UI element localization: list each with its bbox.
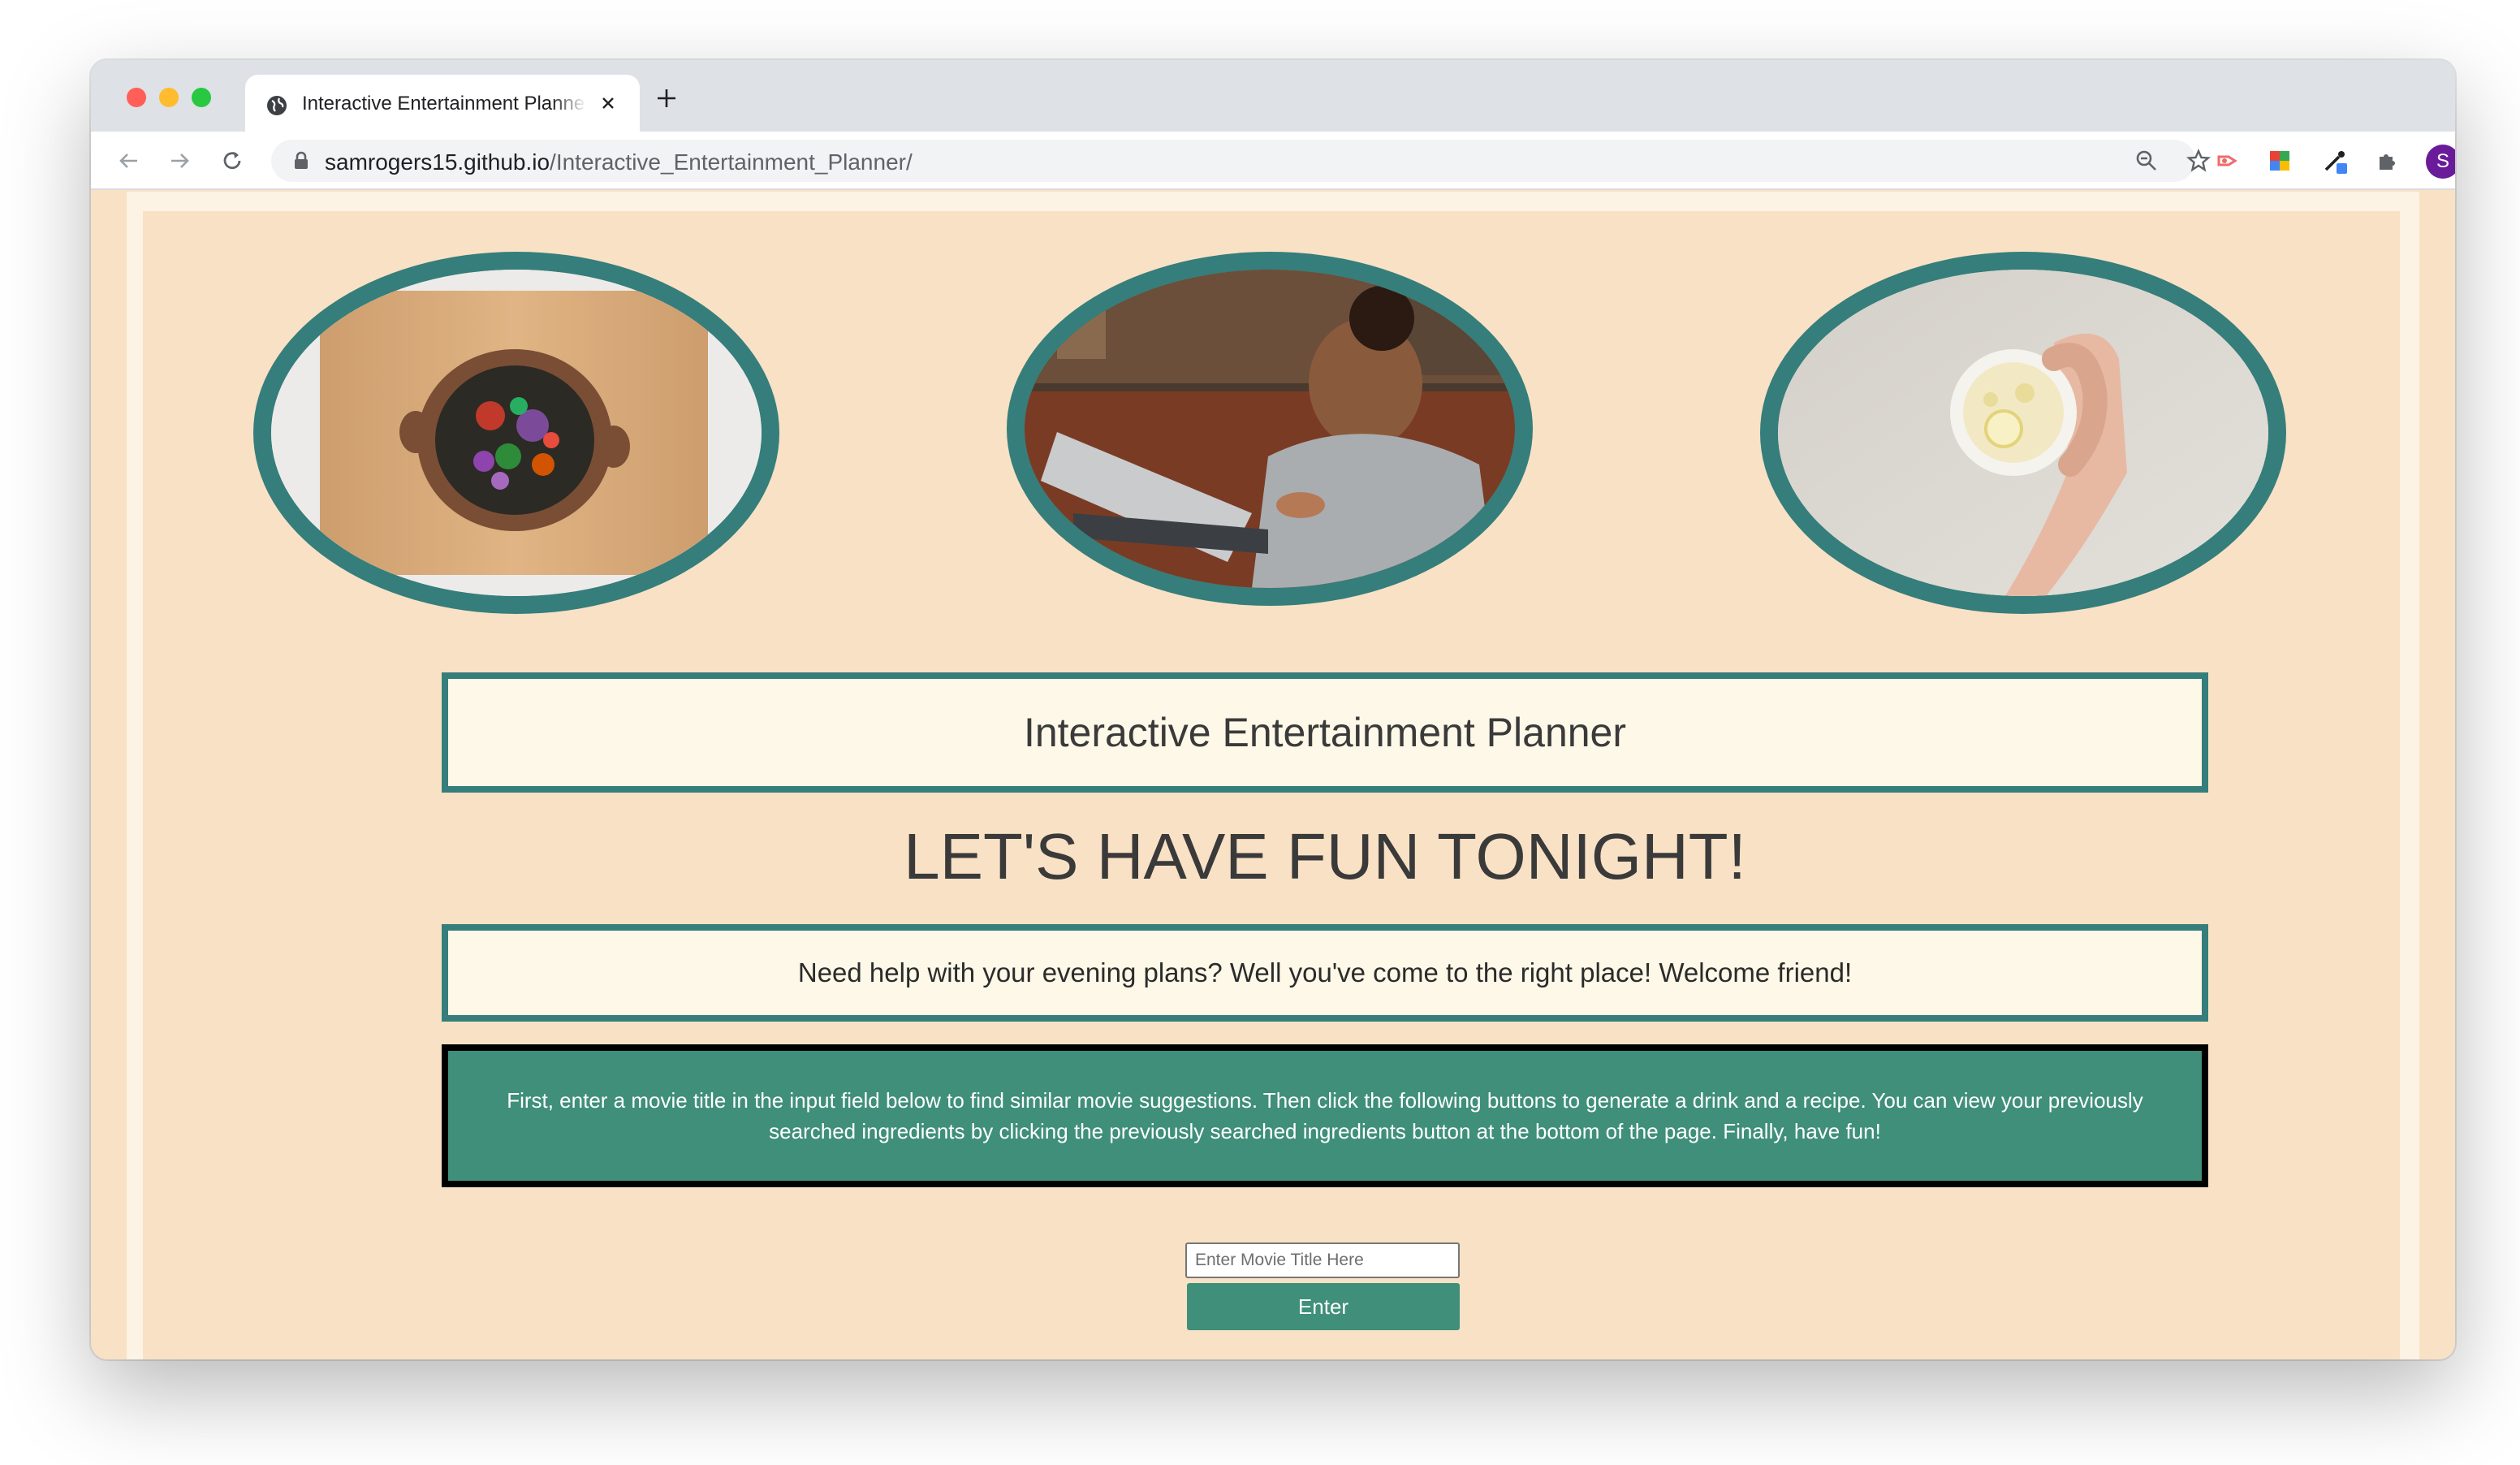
- page-title: Interactive Entertainment Planner: [442, 672, 2208, 793]
- eyedropper-icon[interactable]: [2320, 146, 2350, 175]
- main-container: Interactive Entertainment Planner LET'S …: [143, 211, 2400, 1359]
- browser-tab[interactable]: Interactive Entertainment Planner: [245, 75, 640, 132]
- close-window-button[interactable]: [127, 88, 146, 107]
- tab-close-icon[interactable]: [596, 91, 620, 115]
- tab-title: Interactive Entertainment Planner: [302, 93, 586, 115]
- back-arrow-icon[interactable]: [114, 146, 143, 175]
- zoom-icon[interactable]: [2132, 146, 2161, 175]
- instructions-box: First, enter a movie title in the input …: [442, 1044, 2208, 1187]
- url-text: samrogers15.github.io/Interactive_Entert…: [325, 149, 913, 175]
- lock-icon: [292, 151, 310, 171]
- forward-arrow-icon[interactable]: [166, 146, 195, 175]
- title-bar: Interactive Entertainment Planner: [91, 60, 2455, 132]
- extension-color-grid-icon[interactable]: [2265, 146, 2294, 175]
- page-viewport: Interactive Entertainment Planner LET'S …: [91, 192, 2455, 1359]
- minimize-window-button[interactable]: [159, 88, 179, 107]
- maximize-window-button[interactable]: [192, 88, 211, 107]
- puzzle-extensions-icon[interactable]: [2372, 146, 2401, 175]
- bookmark-star-icon[interactable]: [2184, 146, 2213, 175]
- salad-bowl-image: [253, 252, 779, 614]
- woman-with-laptop-image: [1007, 252, 1533, 606]
- lemon-tea-cup-image: [1760, 252, 2286, 614]
- browser-window: Interactive Entertainment Planner samrog…: [91, 60, 2455, 1359]
- new-tab-plus-icon[interactable]: [653, 84, 680, 112]
- browser-toolbar: samrogers15.github.io/Interactive_Entert…: [91, 132, 2455, 190]
- headline: LET'S HAVE FUN TONIGHT!: [904, 820, 1746, 892]
- movie-title-input[interactable]: [1185, 1242, 1460, 1278]
- extension-red-icon[interactable]: [2213, 146, 2242, 175]
- welcome-message: Need help with your evening plans? Well …: [442, 924, 2208, 1022]
- globe-icon: [265, 93, 289, 118]
- address-bar[interactable]: samrogers15.github.io/Interactive_Entert…: [271, 140, 2211, 182]
- profile-avatar[interactable]: S: [2426, 145, 2455, 179]
- enter-button[interactable]: Enter: [1187, 1283, 1460, 1330]
- reload-icon[interactable]: [218, 146, 247, 175]
